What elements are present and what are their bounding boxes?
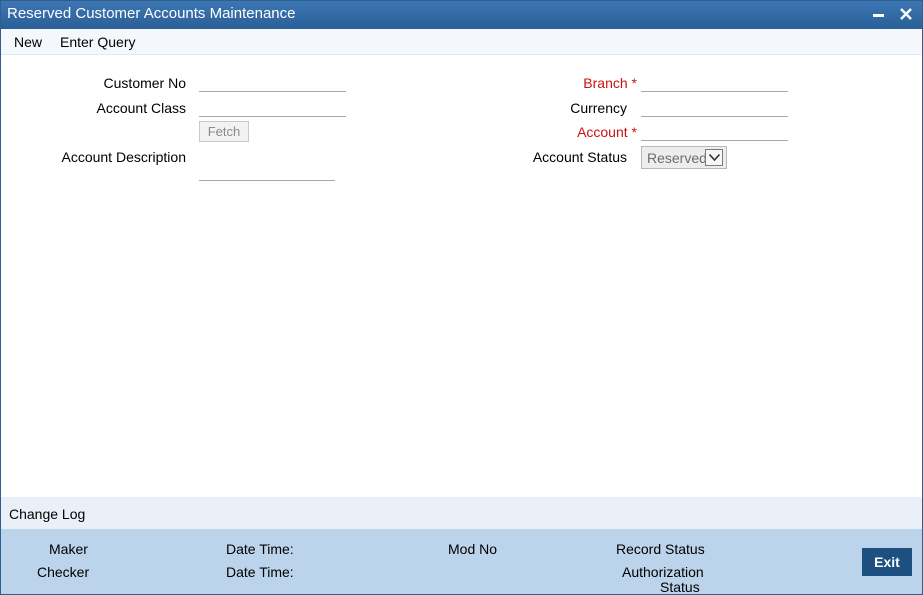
fetch-button[interactable]: Fetch [199, 121, 249, 142]
account-label: Account * [577, 124, 637, 140]
customer-no-field[interactable] [199, 72, 346, 92]
account-label-text: Account [577, 124, 628, 140]
branch-required-mark: * [631, 75, 637, 91]
title-bar: Reserved Customer Accounts Maintenance [1, 1, 922, 29]
maker-label: Maker [49, 541, 88, 557]
account-status-label: Account Status [532, 149, 627, 165]
branch-field[interactable] [641, 72, 788, 92]
change-log-link[interactable]: Change Log [9, 506, 85, 522]
maker-date-time-label: Date Time: [226, 541, 294, 557]
account-required-mark: * [631, 124, 637, 140]
window-title: Reserved Customer Accounts Maintenance [7, 5, 296, 22]
close-icon[interactable] [895, 3, 917, 25]
minimize-icon[interactable] [867, 3, 889, 25]
menu-bar: New Enter Query [1, 29, 922, 55]
change-log-bar: Change Log [1, 497, 922, 529]
record-status-label: Record Status [616, 541, 705, 557]
authorization-label: Authorization [622, 564, 704, 580]
account-status-select[interactable]: Reserved [641, 146, 727, 169]
menu-new[interactable]: New [14, 34, 42, 50]
menu-enter-query[interactable]: Enter Query [60, 34, 135, 50]
chevron-down-icon[interactable] [705, 149, 723, 166]
account-field[interactable] [641, 121, 788, 141]
branch-label-text: Branch [583, 75, 628, 91]
exit-button[interactable]: Exit [862, 548, 912, 576]
account-class-field[interactable] [199, 97, 346, 117]
currency-label: Currency [570, 100, 627, 116]
account-class-label: Account Class [96, 100, 186, 116]
customer-no-label: Customer No [103, 75, 186, 91]
account-description-field[interactable] [199, 161, 335, 181]
checker-label: Checker [37, 564, 90, 580]
mod-no-label: Mod No [448, 541, 498, 557]
maintenance-window: Reserved Customer Accounts Maintenance N… [0, 0, 923, 595]
checker-date-time-label: Date Time: [226, 564, 294, 580]
audit-footer: Maker Checker Date Time: Date Time: Mod … [1, 529, 922, 595]
account-status-value: Reserved [647, 150, 707, 166]
authorization-status-label: Status [660, 579, 700, 595]
branch-label: Branch * [583, 75, 637, 91]
currency-field[interactable] [641, 97, 788, 117]
account-description-label: Account Description [61, 149, 186, 165]
